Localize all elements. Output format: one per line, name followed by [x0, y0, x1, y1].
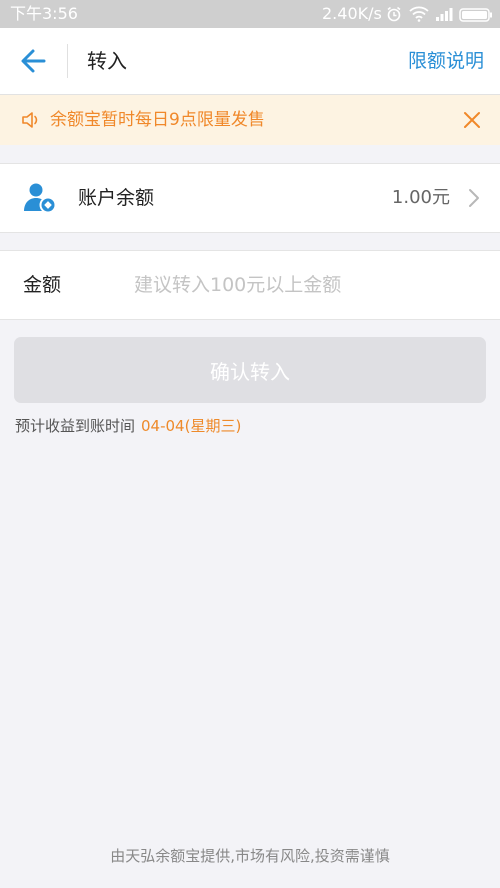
footer-disclaimer: 由天弘余额宝提供,市场有风险,投资需谨慎 [110, 847, 390, 865]
page-title: 转入 [87, 49, 127, 73]
eta-date: 04-04(星期三) [141, 417, 242, 435]
nav-divider [67, 44, 68, 78]
alarm-icon [387, 6, 401, 22]
balance-value: 1.00元 [391, 187, 450, 208]
close-icon[interactable] [460, 108, 484, 132]
battery-icon [459, 8, 492, 22]
user-balance-icon [24, 183, 57, 214]
status-time: 下午3:56 [10, 4, 78, 23]
back-arrow-icon[interactable] [16, 44, 52, 78]
notice-text: 余额宝暂时每日9点限量发售 [50, 110, 265, 130]
speaker-icon [22, 112, 38, 128]
notice-banner: 余额宝暂时每日9点限量发售 [0, 95, 500, 145]
limit-info-link[interactable]: 限额说明 [408, 48, 484, 74]
status-bar: 下午3:56 2.40K/s [0, 0, 500, 28]
amount-row: 金额 [0, 250, 500, 320]
eta-label: 预计收益到账时间 [15, 417, 136, 435]
amount-input[interactable] [134, 268, 474, 302]
signal-icon [436, 8, 453, 21]
balance-label: 账户余额 [78, 187, 155, 209]
account-balance-row[interactable]: 账户余额 1.00元 [0, 163, 500, 233]
network-speed: 2.40K/s [322, 4, 382, 23]
estimated-earnings-time: 预计收益到账时间 04-04(星期三) [15, 414, 241, 438]
chevron-right-icon [469, 189, 479, 207]
amount-label: 金额 [23, 274, 62, 296]
wifi-icon [409, 6, 429, 22]
confirm-transfer-button[interactable]: 确认转入 [14, 337, 486, 403]
navigation-bar: 转入 限额说明 [0, 28, 500, 95]
